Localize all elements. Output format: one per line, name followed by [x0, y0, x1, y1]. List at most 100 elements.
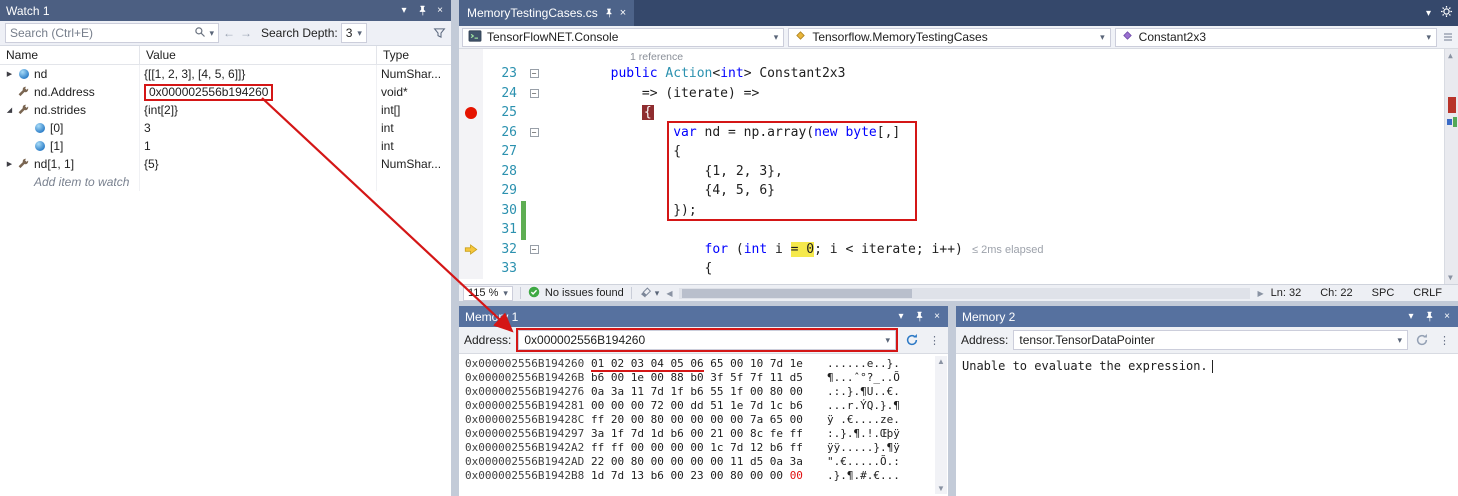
window-position-dropdown-icon[interactable]: ▾: [395, 2, 413, 19]
code-editor[interactable]: 1 reference23− public Action<int> Consta…: [459, 49, 1458, 284]
scroll-left-icon[interactable]: ◀: [666, 289, 672, 298]
editor-split-grip-icon[interactable]: [1441, 31, 1455, 43]
code-line[interactable]: 32− for (int i = 0; i < iterate; i++) ≤ …: [459, 240, 1458, 260]
scroll-right-icon[interactable]: ▶: [1257, 289, 1263, 298]
column-header-type[interactable]: Type: [377, 46, 451, 64]
refresh-icon[interactable]: [1413, 333, 1431, 347]
fold-collapse-icon[interactable]: −: [530, 245, 539, 254]
tab-pin-icon[interactable]: [604, 8, 614, 18]
memory-row[interactable]: 0x000002556B1942AD22 00 80 00 00 00 00 1…: [465, 455, 948, 469]
watch-row[interactable]: Add item to watch: [0, 173, 451, 191]
codelens-references[interactable]: 1 reference: [630, 51, 683, 63]
type-dropdown[interactable]: Tensorflow.MemoryTestingCases ▾: [788, 28, 1110, 47]
breakpoint-margin[interactable]: [459, 162, 483, 182]
memory1-scrollbar[interactable]: ▲ ▼: [935, 356, 947, 494]
settings-gear-icon[interactable]: [1440, 5, 1453, 21]
breakpoint-margin[interactable]: [459, 220, 483, 240]
watch-row[interactable]: [0]3int: [0, 119, 451, 137]
close-icon[interactable]: ×: [928, 308, 946, 325]
memory2-address-input[interactable]: tensor.TensorDataPointer ▾: [1013, 330, 1408, 350]
watch-row[interactable]: nd.Address0x000002556b194260void*: [0, 83, 451, 101]
breakpoint-margin[interactable]: [459, 84, 483, 104]
fold-collapse-icon[interactable]: −: [530, 69, 539, 78]
search-previous-icon[interactable]: ←: [222, 26, 236, 40]
scroll-down-icon[interactable]: ▼: [1448, 273, 1453, 282]
memory-row[interactable]: 0x000002556B19426001 02 03 04 05 06 65 0…: [465, 357, 948, 371]
scroll-up-icon[interactable]: ▲: [937, 357, 945, 366]
tab-memorytestingcases[interactable]: MemoryTestingCases.cs ×: [459, 0, 634, 26]
fold-margin[interactable]: −: [526, 84, 542, 104]
document-health-indicator[interactable]: No issues found: [528, 286, 624, 301]
memory-row[interactable]: 0x000002556B1942973a 1f 7d 1d b6 00 21 0…: [465, 427, 948, 441]
toolbar-overflow-icon[interactable]: ⋮: [1436, 334, 1453, 347]
memory2-content[interactable]: Unable to evaluate the expression.: [956, 354, 1458, 496]
refresh-icon[interactable]: [903, 333, 921, 347]
search-input[interactable]: Search (Ctrl+E) ▾: [5, 23, 219, 43]
close-icon[interactable]: ×: [1438, 308, 1456, 325]
current-statement-arrow-icon[interactable]: [459, 240, 483, 260]
filter-icon[interactable]: [433, 27, 446, 39]
code-line[interactable]: 27 {: [459, 142, 1458, 162]
breakpoint-margin[interactable]: [459, 64, 483, 84]
memory1-rows[interactable]: 0x000002556B19426001 02 03 04 05 06 65 0…: [459, 354, 948, 496]
code-line[interactable]: 26− var nd = np.array(new byte[,]: [459, 123, 1458, 143]
window-position-dropdown-icon[interactable]: ▾: [892, 308, 910, 325]
horizontal-scrollbar[interactable]: [679, 288, 1250, 299]
search-options-dropdown-icon[interactable]: ▾: [209, 28, 214, 39]
code-line[interactable]: 30 });: [459, 201, 1458, 221]
breakpoint-dot[interactable]: [465, 107, 477, 119]
search-depth-select[interactable]: 3 ▾: [341, 23, 367, 43]
memory-row[interactable]: 0x000002556B1942760a 3a 11 7d 1f b6 55 1…: [465, 385, 948, 399]
watch-row[interactable]: [1]1int: [0, 137, 451, 155]
fold-collapse-icon[interactable]: −: [530, 128, 539, 137]
watch-row[interactable]: ▶nd{[[1, 2, 3], [4, 5, 6]]}NumShar...: [0, 65, 451, 83]
column-header-name[interactable]: Name: [0, 46, 140, 64]
memory-row[interactable]: 0x000002556B1942B81d 7d 13 b6 00 23 00 8…: [465, 469, 948, 483]
search-next-icon[interactable]: →: [239, 26, 253, 40]
vertical-scrollbar[interactable]: ▲ ▼: [1444, 49, 1458, 284]
breakpoint-margin[interactable]: [459, 259, 483, 279]
memory-row[interactable]: 0x000002556B19428Cff 20 00 80 00 00 00 0…: [465, 413, 948, 427]
watch-row[interactable]: ◢nd.strides{int[2]}int[]: [0, 101, 451, 119]
code-line[interactable]: 29 {4, 5, 6}: [459, 181, 1458, 201]
close-icon[interactable]: ×: [431, 2, 449, 19]
expander-collapsed-icon[interactable]: ▶: [3, 70, 16, 78]
memory-row[interactable]: 0x000002556B1942A2ff ff 00 00 00 00 1c 7…: [465, 441, 948, 455]
member-dropdown[interactable]: Constant2x3 ▾: [1115, 28, 1437, 47]
dropdown-icon[interactable]: ▾: [1397, 335, 1402, 346]
code-line[interactable]: 23− public Action<int> Constant2x3: [459, 64, 1458, 84]
code-line[interactable]: 25 {: [459, 103, 1458, 123]
code-line[interactable]: 24− => (iterate) =>: [459, 84, 1458, 104]
breakpoint-margin[interactable]: [459, 49, 483, 64]
project-dropdown[interactable]: TensorFlowNET.Console ▾: [462, 28, 784, 47]
fold-margin[interactable]: −: [526, 240, 542, 260]
watch-row[interactable]: ▶nd[1, 1]{5}NumShar...: [0, 155, 451, 173]
memory2-header[interactable]: Memory 2 ▾ ×: [956, 306, 1458, 327]
expander-expanded-icon[interactable]: ◢: [3, 106, 16, 114]
breakpoint-margin[interactable]: [459, 201, 483, 221]
scroll-up-icon[interactable]: ▲: [1448, 51, 1453, 60]
search-icon[interactable]: [194, 26, 206, 41]
pin-icon[interactable]: [1420, 308, 1438, 325]
pin-icon[interactable]: [910, 308, 928, 325]
window-position-dropdown-icon[interactable]: ▾: [1402, 308, 1420, 325]
memory-row[interactable]: 0x000002556B19428100 00 00 72 00 dd 51 1…: [465, 399, 948, 413]
fold-collapse-icon[interactable]: −: [530, 89, 539, 98]
watch-panel-header[interactable]: Watch 1 ▾ ×: [0, 0, 451, 21]
memory-row[interactable]: 0x000002556B19426Bb6 00 1e 00 88 b0 3f 5…: [465, 371, 948, 385]
code-cleanup-icon[interactable]: ▾: [639, 287, 660, 299]
column-header-value[interactable]: Value: [140, 46, 377, 64]
code-line[interactable]: 31: [459, 220, 1458, 240]
pin-icon[interactable]: [413, 2, 431, 19]
code-line[interactable]: 28 {1, 2, 3},: [459, 162, 1458, 182]
tab-list-dropdown-icon[interactable]: ▾: [1426, 8, 1431, 19]
fold-margin[interactable]: −: [526, 123, 542, 143]
expander-collapsed-icon[interactable]: ▶: [3, 160, 16, 168]
fold-margin[interactable]: −: [526, 64, 542, 84]
toolbar-overflow-icon[interactable]: ⋮: [926, 334, 943, 347]
code-line[interactable]: 33 {: [459, 259, 1458, 279]
memory1-address-input[interactable]: 0x000002556B194260 ▾: [518, 330, 896, 350]
zoom-select[interactable]: 115 % ▾: [463, 286, 513, 301]
breakpoint-margin[interactable]: [459, 181, 483, 201]
memory1-header[interactable]: Memory 1 ▾ ×: [459, 306, 948, 327]
